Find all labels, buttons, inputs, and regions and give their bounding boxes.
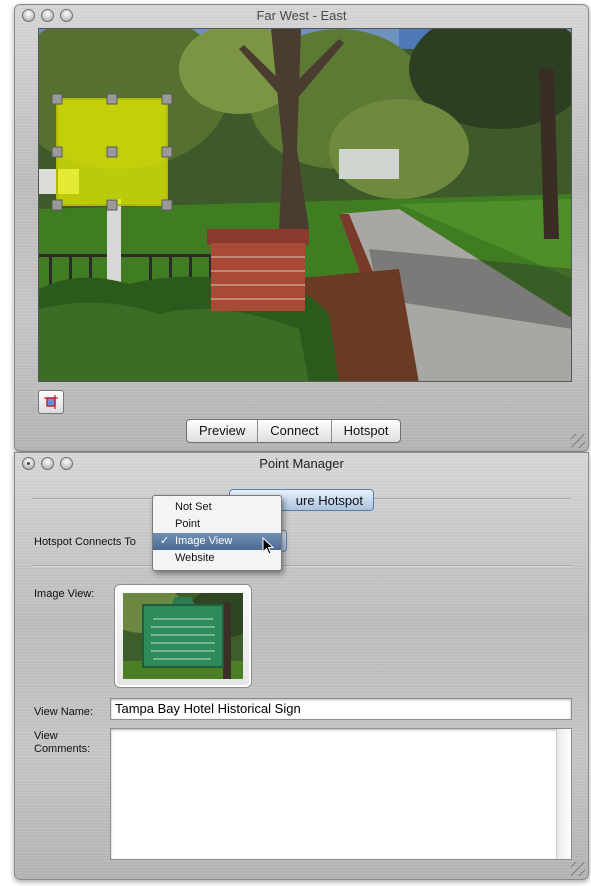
image-view-well[interactable]	[114, 584, 252, 688]
window-controls	[22, 9, 73, 22]
point-manager-window: Point Manager ure Hotspot Hotspot Connec…	[14, 452, 589, 880]
resize-grip-icon[interactable]	[571, 434, 585, 448]
view-name-label: View Name:	[34, 706, 94, 718]
mode-segmented-control: Preview Connect Hotspot	[186, 419, 402, 443]
view-comments-label-line-2: Comments:	[34, 743, 91, 755]
panorama-photo[interactable]	[38, 28, 572, 382]
viewer-window: Far West - East Preview Connect Hotspot	[14, 4, 589, 452]
resize-grip-icon[interactable]	[571, 862, 585, 876]
minimize-window-button[interactable]	[41, 9, 54, 22]
view-name-field[interactable]: Tampa Bay Hotel Historical Sign	[110, 698, 572, 720]
connects-to-label: Hotspot Connects To	[34, 536, 136, 548]
viewer-titlebar: Far West - East	[14, 4, 589, 28]
menu-item-point[interactable]: Point	[153, 516, 281, 533]
close-window-button[interactable]	[22, 9, 35, 22]
connects-to-menu: Not Set Point ✓ Image View Website	[152, 495, 282, 571]
tab-connect[interactable]: Connect	[258, 420, 332, 442]
section-divider	[32, 565, 571, 567]
tab-preview[interactable]: Preview	[187, 420, 259, 442]
close-window-button[interactable]	[22, 457, 35, 470]
view-comments-textarea[interactable]	[110, 728, 572, 860]
point-manager-titlebar: Point Manager	[14, 452, 589, 476]
image-view-label: Image View:	[34, 588, 95, 600]
hotspot-tool-button[interactable]	[38, 390, 64, 414]
zoom-window-button[interactable]	[60, 457, 73, 470]
tab-hotspot[interactable]: Hotspot	[332, 420, 401, 442]
comments-scrollbar[interactable]	[556, 729, 571, 859]
menu-item-not-set[interactable]: Not Set	[153, 499, 281, 516]
image-view-thumbnail	[123, 593, 243, 679]
minimize-window-button[interactable]	[41, 457, 54, 470]
hotspot-crop-icon	[44, 395, 58, 409]
point-manager-title: Point Manager	[259, 456, 344, 471]
viewer-window-title: Far West - East	[256, 8, 347, 23]
arrow-cursor-icon	[262, 537, 275, 555]
checkmark-icon: ✓	[160, 535, 170, 547]
window-controls	[22, 457, 73, 470]
view-comments-label-line-1: View	[34, 730, 58, 742]
zoom-window-button[interactable]	[60, 9, 73, 22]
